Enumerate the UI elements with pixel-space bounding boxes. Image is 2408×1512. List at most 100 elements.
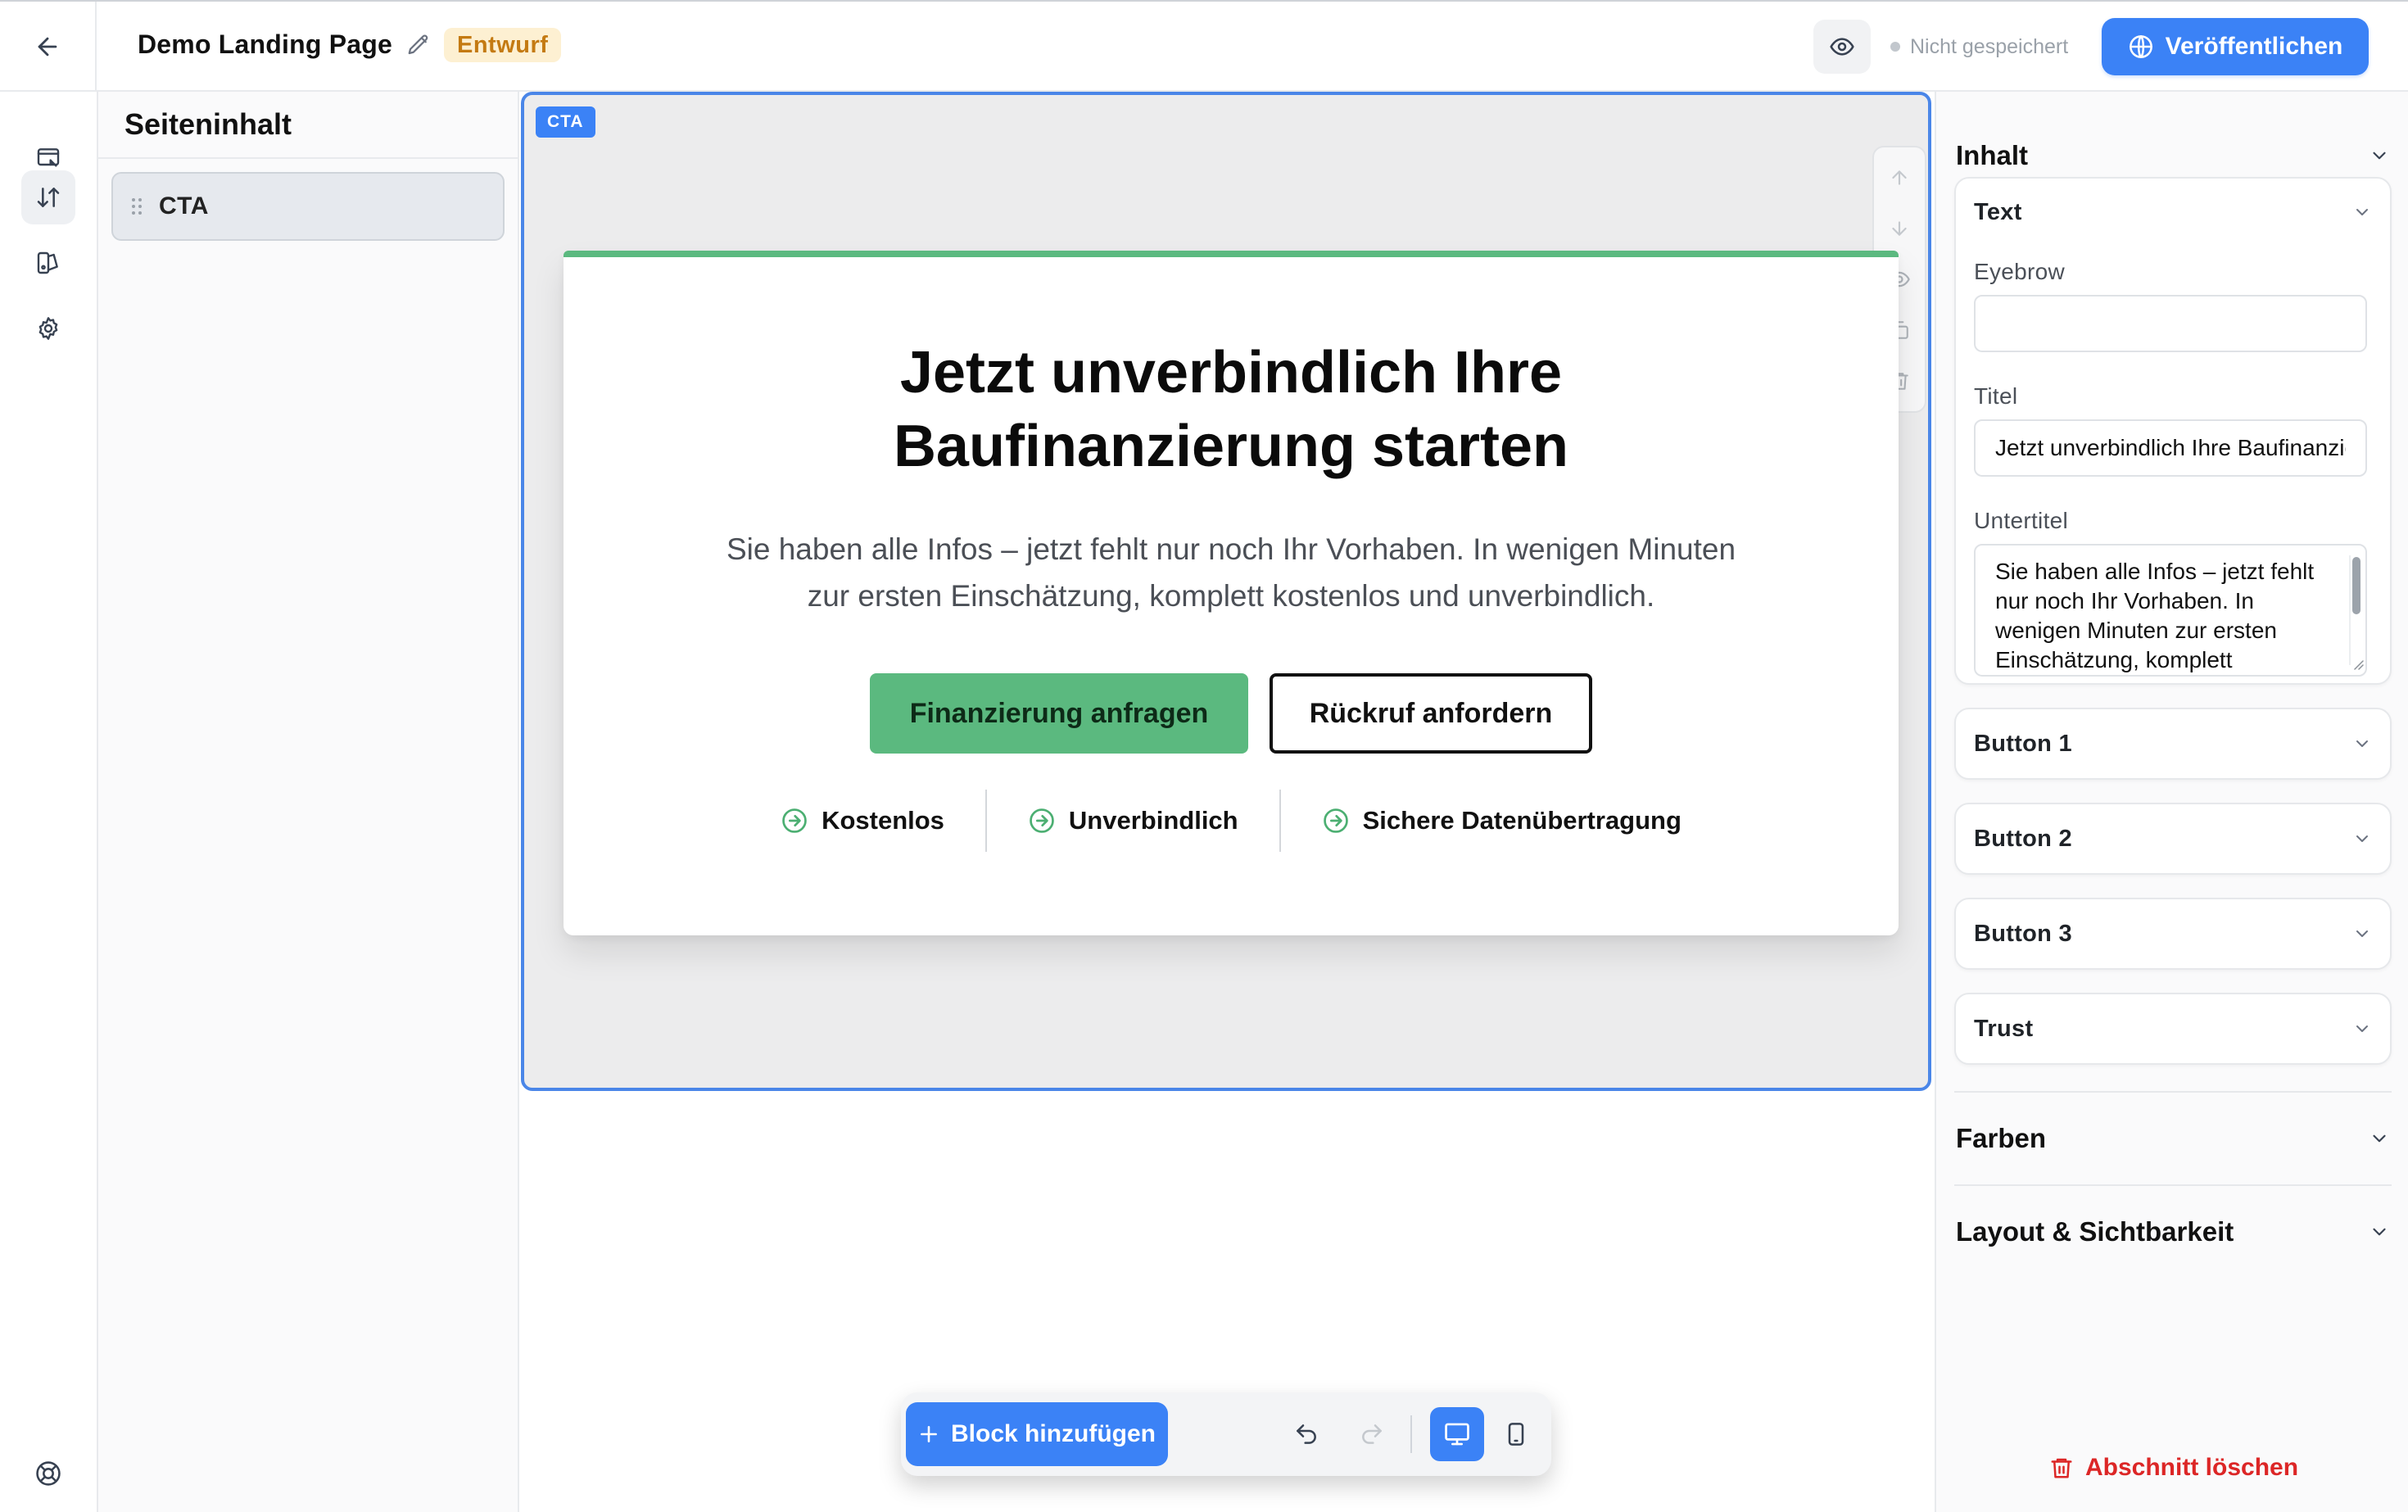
rail-structure-button[interactable]: [21, 170, 75, 224]
arrow-circle-right-icon: [782, 808, 807, 833]
button3-group[interactable]: Button 3: [1954, 898, 2392, 970]
button1-group-toggle[interactable]: Button 1: [1956, 709, 2390, 778]
redo-button[interactable]: [1345, 1407, 1399, 1461]
trust-item: Sichere Datenübertragung: [1279, 790, 1722, 852]
button1-group[interactable]: Button 1: [1954, 708, 2392, 780]
button3-group-toggle[interactable]: Button 3: [1956, 899, 2390, 968]
farben-section-title: Farben: [1956, 1123, 2047, 1153]
block-item-label: CTA: [159, 192, 209, 220]
preview-button[interactable]: [1813, 20, 1871, 74]
delete-section-button[interactable]: Abschnitt löschen: [2049, 1443, 2298, 1492]
cta-subtitle-line: zur ersten Einschätzung, komplett kosten…: [807, 579, 1655, 613]
farben-section-toggle[interactable]: Farben: [1956, 1114, 2390, 1163]
mobile-view-button[interactable]: [1489, 1407, 1543, 1461]
globe-icon: [2129, 35, 2152, 58]
section-divider: [1954, 1184, 2392, 1186]
chevron-down-icon: [2373, 152, 2386, 160]
layout-section-title: Layout & Sichtbarkeit: [1956, 1216, 2234, 1247]
resize-handle-icon[interactable]: [2352, 659, 2364, 670]
eyebrow-label: Eyebrow: [1974, 259, 2066, 284]
eye-icon: [1830, 38, 1854, 56]
titel-input[interactable]: [1974, 419, 2367, 477]
button1-group-title: Button 1: [1974, 730, 2072, 757]
textarea-scrollbar[interactable]: [2349, 555, 2360, 665]
structure-header: Seiteninhalt: [98, 92, 518, 159]
add-block-button[interactable]: Block hinzufügen: [906, 1402, 1168, 1466]
structure-title: Seiteninhalt: [124, 107, 292, 141]
trust-item-label: Kostenlos: [822, 806, 944, 835]
save-status-text: Nicht gespeichert: [1910, 34, 2069, 58]
arrow-circle-right-icon: [1323, 808, 1348, 833]
trust-item: Unverbindlich: [984, 790, 1279, 852]
arrow-up-icon: [1892, 170, 1907, 185]
mobile-icon: [1508, 1423, 1524, 1446]
button3-group-title: Button 3: [1974, 920, 2072, 947]
help-lifebuoy-icon: [36, 1461, 61, 1486]
trust-item-label: Sichere Datenübertragung: [1362, 806, 1682, 835]
gear-icon: [38, 317, 58, 340]
button2-group-toggle[interactable]: Button 2: [1956, 804, 2390, 873]
trust-item: Kostenlos: [740, 790, 985, 852]
trust-group-toggle[interactable]: Trust: [1956, 994, 2390, 1063]
delete-section-label: Abschnitt löschen: [2085, 1454, 2299, 1481]
trust-item-label: Unverbindlich: [1068, 806, 1238, 835]
trust-group-title: Trust: [1974, 1015, 2034, 1042]
layout-section-toggle[interactable]: Layout & Sichtbarkeit: [1956, 1207, 2390, 1256]
text-group: Text Eyebrow Titel Untertitel Sie haben …: [1954, 177, 2392, 685]
trust-group[interactable]: Trust: [1954, 993, 2392, 1065]
section-tag: CTA: [536, 106, 595, 138]
button2-group[interactable]: Button 2: [1954, 803, 2392, 875]
inspector-panel: Inhalt Text Eyebrow Titel Untertitel Sie…: [1935, 92, 2408, 1512]
trust-row: Kostenlos Unverbindlich Sichere Datenübe…: [564, 790, 1899, 852]
theme-icon: [37, 251, 58, 274]
cta-title: Jetzt unverbindlich Ihre Baufinanzierung…: [564, 336, 1899, 483]
toolbar-divider: [1410, 1415, 1412, 1453]
chevron-down-icon: [2356, 1025, 2368, 1032]
top-bar: Demo Landing Page Entwurf Nicht gespeich…: [0, 0, 2408, 92]
rail-help-button[interactable]: [21, 1446, 75, 1501]
textarea-scrollbar-thumb[interactable]: [2352, 557, 2360, 614]
canvas: CTA Jetzt unverbindlich Ihre Baufinanzie…: [519, 92, 1935, 1512]
rail-theme-button[interactable]: [21, 236, 75, 290]
trash-icon: [2051, 1458, 2072, 1478]
text-group-toggle[interactable]: Text: [1956, 179, 2390, 246]
back-button[interactable]: [0, 2, 97, 92]
drag-handle-icon[interactable]: [131, 197, 143, 215]
undo-button[interactable]: [1279, 1407, 1333, 1461]
cta-secondary-button[interactable]: Rückruf anfordern: [1270, 673, 1592, 754]
save-status: Nicht gespeichert: [1890, 34, 2068, 59]
cta-section-selected[interactable]: CTA Jetzt unverbindlich Ihre Baufinanzie…: [521, 92, 1931, 1091]
eyebrow-input[interactable]: [1974, 295, 2367, 352]
untertitel-field: Sie haben alle Infos – jetzt fehlt nur n…: [1956, 544, 2393, 677]
move-down-button[interactable]: [1879, 208, 1920, 249]
move-up-button[interactable]: [1879, 157, 1920, 198]
rename-button[interactable]: [406, 33, 431, 57]
chevron-down-icon: [2356, 209, 2368, 215]
text-group-title: Text: [1974, 198, 2022, 225]
structure-block-item[interactable]: CTA: [111, 172, 505, 241]
page-settings-icon: [37, 148, 60, 167]
cta-card: Jetzt unverbindlich Ihre Baufinanzierung…: [564, 251, 1899, 935]
inhalt-section-toggle[interactable]: Inhalt: [1956, 131, 2390, 180]
desktop-icon: [1445, 1423, 1469, 1446]
inhalt-section-title: Inhalt: [1956, 140, 2028, 170]
cta-subtitle: Sie haben alle Infos – jetzt fehlt nur n…: [564, 526, 1899, 619]
publish-button[interactable]: Veröffentlichen: [2102, 18, 2369, 75]
arrow-left-icon: [38, 37, 57, 57]
left-rail: [0, 92, 98, 1512]
structure-panel: Seiteninhalt CTA: [98, 92, 519, 1512]
status-badge: Entwurf: [444, 28, 562, 62]
cta-title-line: Jetzt unverbindlich Ihre: [899, 340, 1563, 405]
sort-arrows-icon: [37, 188, 60, 207]
cta-primary-button[interactable]: Finanzierung anfragen: [870, 673, 1248, 754]
page-title: Demo Landing Page: [138, 29, 392, 59]
chevron-down-icon: [2373, 1134, 2386, 1143]
undo-icon: [1297, 1424, 1316, 1444]
chevron-down-icon: [2356, 835, 2368, 842]
desktop-view-button[interactable]: [1430, 1407, 1484, 1461]
untertitel-textarea[interactable]: Sie haben alle Infos – jetzt fehlt nur n…: [1974, 544, 2367, 677]
status-dot: [1890, 42, 1900, 52]
cta-title-line: Baufinanzierung starten: [893, 414, 1569, 479]
arrow-down-icon: [1892, 221, 1907, 236]
rail-settings-button[interactable]: [21, 301, 75, 355]
